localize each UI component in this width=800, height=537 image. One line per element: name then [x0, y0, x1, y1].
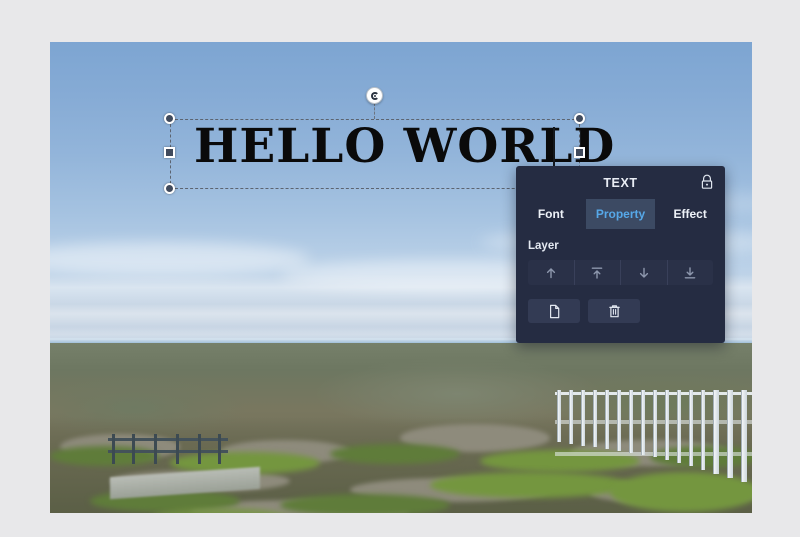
copy-icon	[549, 304, 559, 318]
fence-picket	[629, 390, 633, 453]
send-backward-button[interactable]	[621, 260, 668, 285]
fence-picket	[557, 390, 561, 442]
text-properties-panel[interactable]: TEXT Font Property Effect Layer	[516, 166, 725, 343]
railing-left	[108, 434, 228, 470]
image-canvas[interactable]: HELLO WORLD TEXT Font Property Effect La…	[50, 42, 752, 513]
fence-picket	[593, 390, 597, 447]
lock-icon	[701, 174, 713, 189]
delete-button[interactable]	[588, 299, 640, 323]
arrow-up-to-line-icon	[591, 267, 603, 279]
action-button-group[interactable]	[528, 299, 713, 323]
layer-button-group[interactable]	[528, 260, 713, 285]
fence-picket	[617, 390, 621, 451]
bring-forward-button[interactable]	[528, 260, 575, 285]
railing-rail	[108, 450, 228, 453]
railing-post	[112, 434, 115, 464]
lock-button[interactable]	[698, 173, 716, 191]
panel-tabs[interactable]: Font Property Effect	[516, 199, 725, 229]
tab-property[interactable]: Property	[585, 199, 656, 229]
resize-handle-middle-left[interactable]	[164, 147, 175, 158]
fence-picket	[689, 390, 693, 466]
rotate-icon	[370, 91, 379, 100]
fence-picket	[641, 390, 645, 455]
resize-handle-bottom-left[interactable]	[164, 183, 175, 194]
railing-post	[218, 434, 221, 464]
panel-body: Layer	[516, 229, 725, 323]
resize-handle-middle-right[interactable]	[574, 147, 585, 158]
arrow-down-to-line-icon	[684, 266, 696, 278]
fence-picket	[741, 390, 747, 482]
fence-picket	[677, 390, 681, 463]
bring-to-front-button[interactable]	[574, 260, 621, 285]
fence-picket	[713, 390, 719, 474]
panel-title: TEXT	[603, 175, 638, 190]
grass-patch	[330, 444, 460, 464]
fence-picket	[727, 390, 733, 478]
text-caret	[553, 127, 555, 171]
fence-picket	[605, 390, 609, 449]
arrow-up-icon	[546, 267, 555, 278]
rotate-icon-dot	[373, 94, 376, 97]
fence-picket	[653, 390, 657, 457]
rotate-handle-stem	[374, 103, 375, 119]
resize-handle-top-right[interactable]	[574, 113, 585, 124]
tab-font[interactable]: Font	[516, 199, 586, 229]
railing-post	[132, 434, 135, 464]
grass-patch	[280, 494, 450, 513]
send-to-back-button[interactable]	[667, 260, 713, 285]
panel-header: TEXT	[516, 166, 725, 199]
fence-picket	[701, 390, 705, 470]
arrow-down-icon	[639, 267, 648, 278]
picket-fence	[555, 390, 752, 490]
trash-icon	[608, 304, 620, 317]
fence-picket	[665, 390, 669, 460]
railing-post	[198, 434, 201, 464]
tab-effect[interactable]: Effect	[655, 199, 725, 229]
layer-section-label: Layer	[528, 240, 559, 252]
fence-picket	[581, 390, 585, 446]
resize-handle-top-left[interactable]	[164, 113, 175, 124]
railing-rail	[108, 438, 228, 441]
railing-post	[176, 434, 179, 464]
rotate-handle[interactable]	[366, 87, 383, 104]
duplicate-button[interactable]	[528, 299, 580, 323]
railing-post	[154, 434, 157, 464]
fence-picket	[569, 390, 573, 444]
